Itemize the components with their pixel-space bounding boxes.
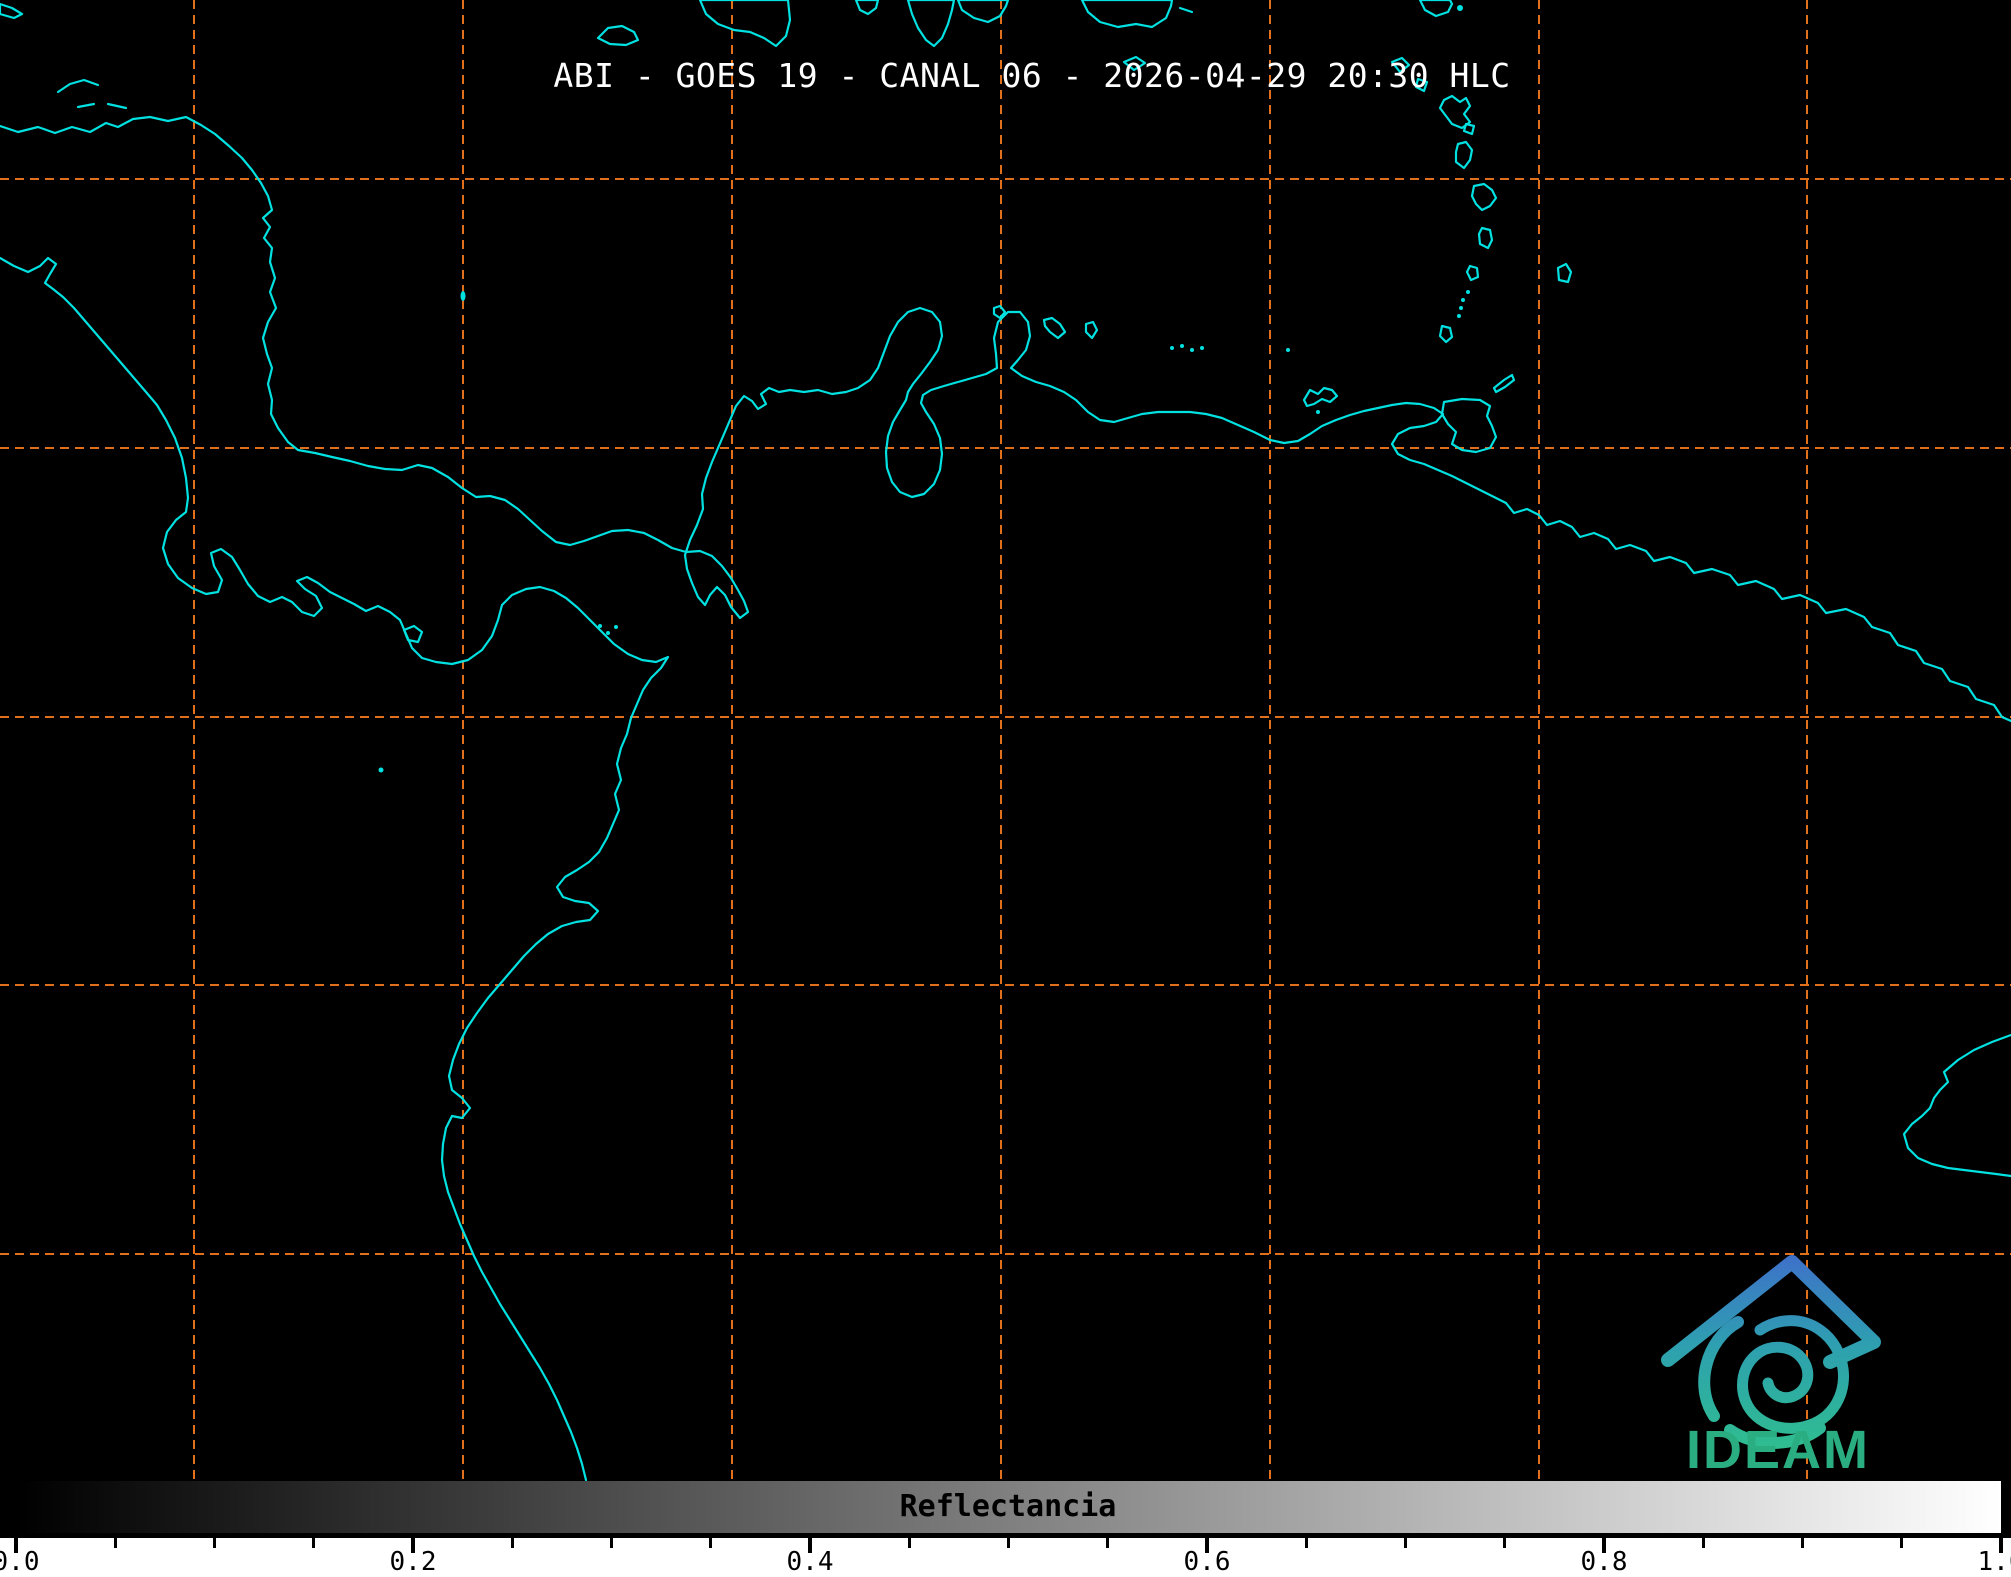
island-grenada bbox=[1438, 324, 1454, 344]
island-san-andres bbox=[460, 291, 466, 301]
ideam-logo-text: IDEAM bbox=[1686, 1420, 1870, 1480]
colorbar-minor-tick bbox=[1503, 1538, 1507, 1548]
satellite-image-viewport: IDEAM ABI - GOES 19 - CANAL 06 - 2026-04… bbox=[0, 0, 2011, 1577]
island-antigua-group bbox=[1418, 0, 1454, 18]
coast-honduras-lagoon bbox=[56, 78, 100, 94]
colorbar-minor-tick bbox=[213, 1538, 216, 1548]
graticule-gridlines bbox=[0, 0, 2011, 1480]
colorbar-minor-tick bbox=[510, 1538, 514, 1548]
island-bay-islands-2 bbox=[106, 102, 128, 110]
island-trinidad bbox=[1440, 397, 1498, 454]
coastline-caribbean-north-coast bbox=[0, 115, 2011, 723]
island-hispaniola-cape bbox=[906, 0, 956, 48]
colorbar-minor-tick bbox=[907, 1538, 911, 1548]
island-vieques bbox=[1178, 6, 1194, 14]
colorbar-minor-tick bbox=[1801, 1538, 1804, 1548]
colorbar-tick-label: 1.0 bbox=[1977, 1547, 2011, 1577]
coastline-brazil-corner bbox=[1902, 1033, 2011, 1178]
coast-corner-honduras bbox=[0, 2, 24, 20]
island-bay-islands-1 bbox=[76, 102, 96, 109]
colorbar-minor-tick bbox=[709, 1538, 713, 1548]
image-title: ABI - GOES 19 - CANAL 06 - 2026-04-29 20… bbox=[553, 56, 1511, 95]
island-haiti-peninsula bbox=[698, 0, 792, 48]
island-martinique bbox=[1470, 182, 1498, 212]
island-st-lucia bbox=[1477, 226, 1494, 250]
island-st-vincent bbox=[1465, 264, 1480, 282]
colorbar-minor-tick bbox=[1106, 1538, 1110, 1548]
colorbar-tick-label: 0.0 bbox=[0, 1547, 40, 1577]
island-margarita bbox=[1302, 386, 1339, 408]
colorbar-tick-label: 0.4 bbox=[786, 1547, 834, 1577]
island-malpelo bbox=[378, 767, 384, 773]
island-puerto-rico bbox=[1080, 0, 1174, 29]
island-curacao bbox=[1042, 316, 1067, 340]
island-coiba bbox=[402, 624, 424, 644]
coastlines bbox=[0, 0, 2011, 1482]
colorbar-minor-tick bbox=[113, 1538, 117, 1548]
island-bonaire bbox=[1084, 320, 1099, 340]
island-barbados bbox=[1556, 262, 1573, 284]
island-marie-galante bbox=[1462, 122, 1476, 136]
colorbar-axis-strip bbox=[0, 1538, 2011, 1577]
colorbar-tick-label: 0.8 bbox=[1580, 1547, 1628, 1577]
ideam-logo-spiral bbox=[1737, 1315, 1849, 1434]
island-dominica bbox=[1454, 140, 1474, 170]
island-jamaica bbox=[596, 24, 640, 47]
coastline-pacific bbox=[0, 256, 670, 1482]
islets-pacific-caribbean-west bbox=[378, 291, 618, 773]
colorbar-minor-tick bbox=[610, 1538, 613, 1548]
colorbar-minor-tick bbox=[1404, 1538, 1407, 1548]
colorbar-minor-tick bbox=[1900, 1538, 1904, 1548]
colorbar-minor-tick bbox=[1304, 1538, 1308, 1548]
colorbar-minor-tick bbox=[1701, 1538, 1705, 1548]
island-tobago bbox=[1492, 373, 1516, 394]
ideam-logo: IDEAM bbox=[1661, 1255, 1881, 1480]
island-hispaniola-west bbox=[854, 0, 880, 16]
colorbar-minor-tick bbox=[1007, 1538, 1010, 1548]
colorbar-label: Reflectancia bbox=[899, 1489, 1117, 1524]
colorbar-tick-label: 0.2 bbox=[389, 1547, 437, 1577]
map-canvas: IDEAM bbox=[0, 0, 2011, 1482]
colorbar-minor-tick bbox=[312, 1538, 316, 1548]
colorbar-tick-label: 0.6 bbox=[1183, 1547, 1231, 1577]
